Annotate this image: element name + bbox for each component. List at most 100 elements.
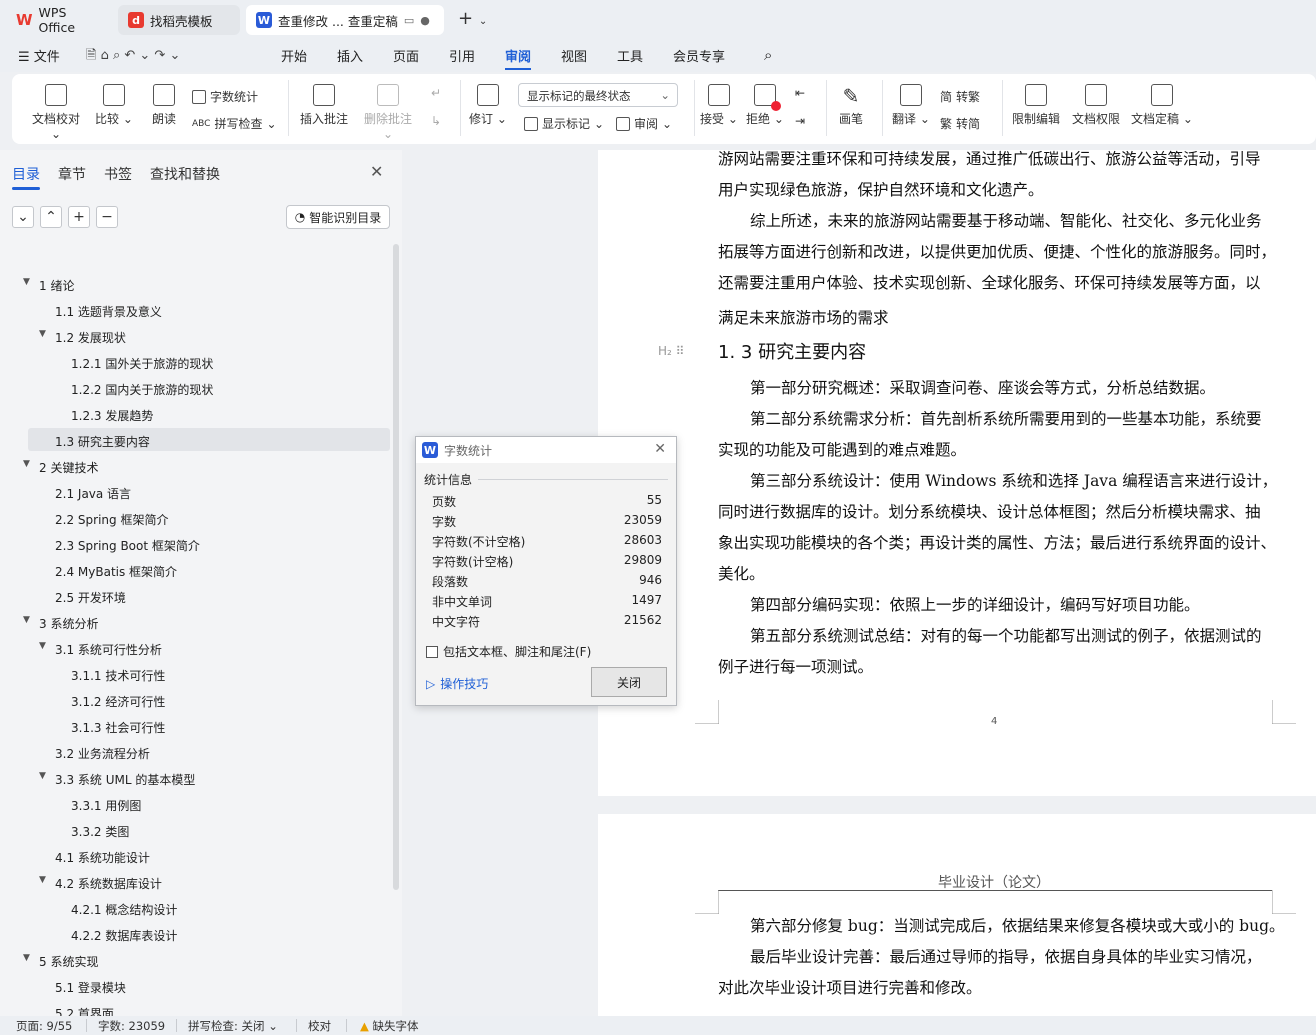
toc-item[interactable]: 4.1 系统功能设计 [55,849,150,866]
dialog-title-bar[interactable]: W 字数统计 ✕ [416,437,676,463]
expand-arrow-icon[interactable]: ▼ [23,459,30,469]
toc-item[interactable]: ▼ 4.2 系统数据库设计 [39,875,162,892]
tab-chapters[interactable]: 章节 [58,164,86,184]
translate-button[interactable]: 翻译 ⌄ [892,84,930,127]
markup-state-select[interactable]: 显示标记的最终状态 ⌄ [518,83,678,107]
tab-find-replace[interactable]: 查找和替换 [150,164,220,184]
toc-item[interactable]: 4.2.1 概念结构设计 [71,901,177,918]
toc-item[interactable]: 1.2.1 国外关于旅游的现状 [71,355,213,372]
to-traditional-button[interactable]: 简转繁 [940,88,980,105]
spell-check-indicator[interactable]: 拼写检查: 关闭 ⌄ [188,1018,278,1034]
menu-insert[interactable]: 插入 [337,46,363,65]
close-button[interactable]: 关闭 [591,667,667,697]
smart-toc-button[interactable]: ◔ 智能识别目录 [286,205,390,229]
expand-down-button[interactable]: ⌄ [12,206,34,228]
expand-arrow-icon[interactable]: ▼ [23,615,30,625]
close-icon[interactable]: ✕ [370,162,383,181]
tab-toc[interactable]: 目录 [12,164,40,184]
new-tab-button[interactable]: + ⌄ [458,8,487,29]
toc-item[interactable]: 3.1.3 社会可行性 [71,719,165,736]
toc-item[interactable]: 1.2.3 发展趋势 [71,407,153,424]
menu-tools[interactable]: 工具 [617,46,643,65]
tab-document[interactable]: W 查重修改 ... 查重定稿 ▭ ● [246,5,444,35]
prev-comment-icon[interactable]: ↵ [424,86,448,100]
search-icon[interactable]: ⌕ [764,46,772,64]
add-level-button[interactable]: + [68,206,90,228]
scrollbar[interactable] [393,244,399,890]
toc-item[interactable]: 3.2 业务流程分析 [55,745,150,762]
toc-item[interactable]: 1.3 研究主要内容 [55,433,150,450]
reject-button[interactable]: 拒绝 ⌄ [746,84,784,127]
missing-font-indicator[interactable]: ▲ 缺失字体 [360,1018,419,1034]
accept-button[interactable]: 接受 ⌄ [700,84,738,127]
toc-item[interactable]: 2.5 开发环境 [55,589,126,606]
menu-review[interactable]: 审阅 [505,46,531,65]
menu-view[interactable]: 视图 [561,46,587,65]
restrict-edit-button[interactable]: 限制编辑 [1010,84,1062,127]
toc-item[interactable]: ▼ 3.3 系统 UML 的基本模型 [39,771,195,788]
prev-change-icon[interactable]: ⇤ [790,86,810,100]
show-markup-button[interactable]: 显示标记 ⌄ [524,115,604,132]
doc-permission-button[interactable]: 文档权限 [1070,84,1122,127]
tab-wps-office[interactable]: W WPS Office [6,5,112,35]
tab-bookmarks[interactable]: 书签 [104,164,132,184]
expand-arrow-icon[interactable]: ▼ [23,953,30,963]
include-textbox-checkbox[interactable]: 包括文本框、脚注和尾注(F) [426,643,591,660]
next-change-icon[interactable]: ⇥ [790,114,810,128]
pen-button[interactable]: ✎ 画笔 [836,84,866,127]
insert-comment-button[interactable]: 插入批注 [298,84,350,127]
toc-item[interactable]: ▼ 3.1 系统可行性分析 [39,641,162,658]
word-count-indicator[interactable]: 字数: 23059 [98,1018,165,1034]
chevron-down-icon: ⌄ [660,88,670,102]
page-indicator[interactable]: 页面: 9/55 [16,1018,72,1034]
expand-arrow-icon[interactable]: ▼ [39,875,46,885]
proofread-indicator[interactable]: 校对 [308,1018,331,1034]
toc-item[interactable]: ▼ 1 绪论 [23,277,74,294]
delete-comment-button[interactable]: 删除批注 ⌄ [358,84,418,141]
dot-icon[interactable]: ● [420,14,430,27]
toc-item[interactable]: ▼ 2 关键技术 [23,459,98,476]
screen-icon[interactable]: ▭ [404,14,414,27]
remove-level-button[interactable]: − [96,206,118,228]
expand-arrow-icon[interactable]: ▼ [39,329,46,339]
to-simplified-button[interactable]: 繁转简 [940,115,980,132]
tips-link[interactable]: ▷ 操作技巧 [426,675,488,692]
menu-reference[interactable]: 引用 [449,46,475,65]
finalize-button[interactable]: 文档定稿 ⌄ [1130,84,1194,127]
toc-item[interactable]: 1.1 选题背景及意义 [55,303,162,320]
close-icon[interactable]: ✕ [654,441,666,457]
toc-item[interactable]: 3.3.2 类图 [71,823,129,840]
review-pane-button[interactable]: 审阅 ⌄ [616,115,672,132]
revise-button[interactable]: 修订 ⌄ [468,84,508,127]
expand-arrow-icon[interactable]: ▼ [39,641,46,651]
toc-item[interactable]: 2.1 Java 语言 [55,485,131,502]
next-comment-icon[interactable]: ↳ [424,114,448,128]
compare-button[interactable]: 比较 ⌄ [94,84,134,127]
spell-check-button[interactable]: ABC 拼写检查 ⌄ [192,115,277,132]
toc-item[interactable]: 3.3.1 用例图 [71,797,141,814]
toc-item[interactable]: 5.1 登录模块 [55,979,126,996]
toc-item[interactable]: ▼ 1.2 发展现状 [39,329,126,346]
toc-item[interactable]: ▼ 5 系统实现 [23,953,98,970]
menu-member[interactable]: 会员专享 [673,46,725,65]
expand-arrow-icon[interactable]: ▼ [39,771,46,781]
toc-item[interactable]: 2.3 Spring Boot 框架简介 [55,537,200,554]
doc-check-button[interactable]: 文档校对 ⌄ [26,84,86,141]
tab-template[interactable]: d 找稻壳模板 [118,5,240,35]
toc-item[interactable]: 4.2.2 数据库表设计 [71,927,177,944]
toc-item[interactable]: 2.4 MyBatis 框架简介 [55,563,177,580]
menu-page[interactable]: 页面 [393,46,419,65]
word-count-button[interactable]: 字数统计 [192,88,258,105]
expand-arrow-icon[interactable]: ▼ [23,277,30,287]
toc-item[interactable]: 1.2.2 国内关于旅游的现状 [71,381,213,398]
quick-tools[interactable]: 🗎 ⌂ ⌕ ↶ ⌄ ↷ ⌄ [86,46,180,68]
menu-start[interactable]: 开始 [281,46,307,65]
collapse-up-button[interactable]: ⌃ [40,206,62,228]
toc-item[interactable]: ▼ 3 系统分析 [23,615,98,632]
toc-item[interactable]: 3.1.1 技术可行性 [71,667,165,684]
file-menu[interactable]: ☰ 文件 [18,46,60,65]
toc-item[interactable]: 2.2 Spring 框架简介 [55,511,168,528]
h2-marker[interactable]: H₂ ⠿ [658,344,684,358]
toc-item[interactable]: 3.1.2 经济可行性 [71,693,165,710]
read-aloud-button[interactable]: 朗读 [146,84,182,127]
